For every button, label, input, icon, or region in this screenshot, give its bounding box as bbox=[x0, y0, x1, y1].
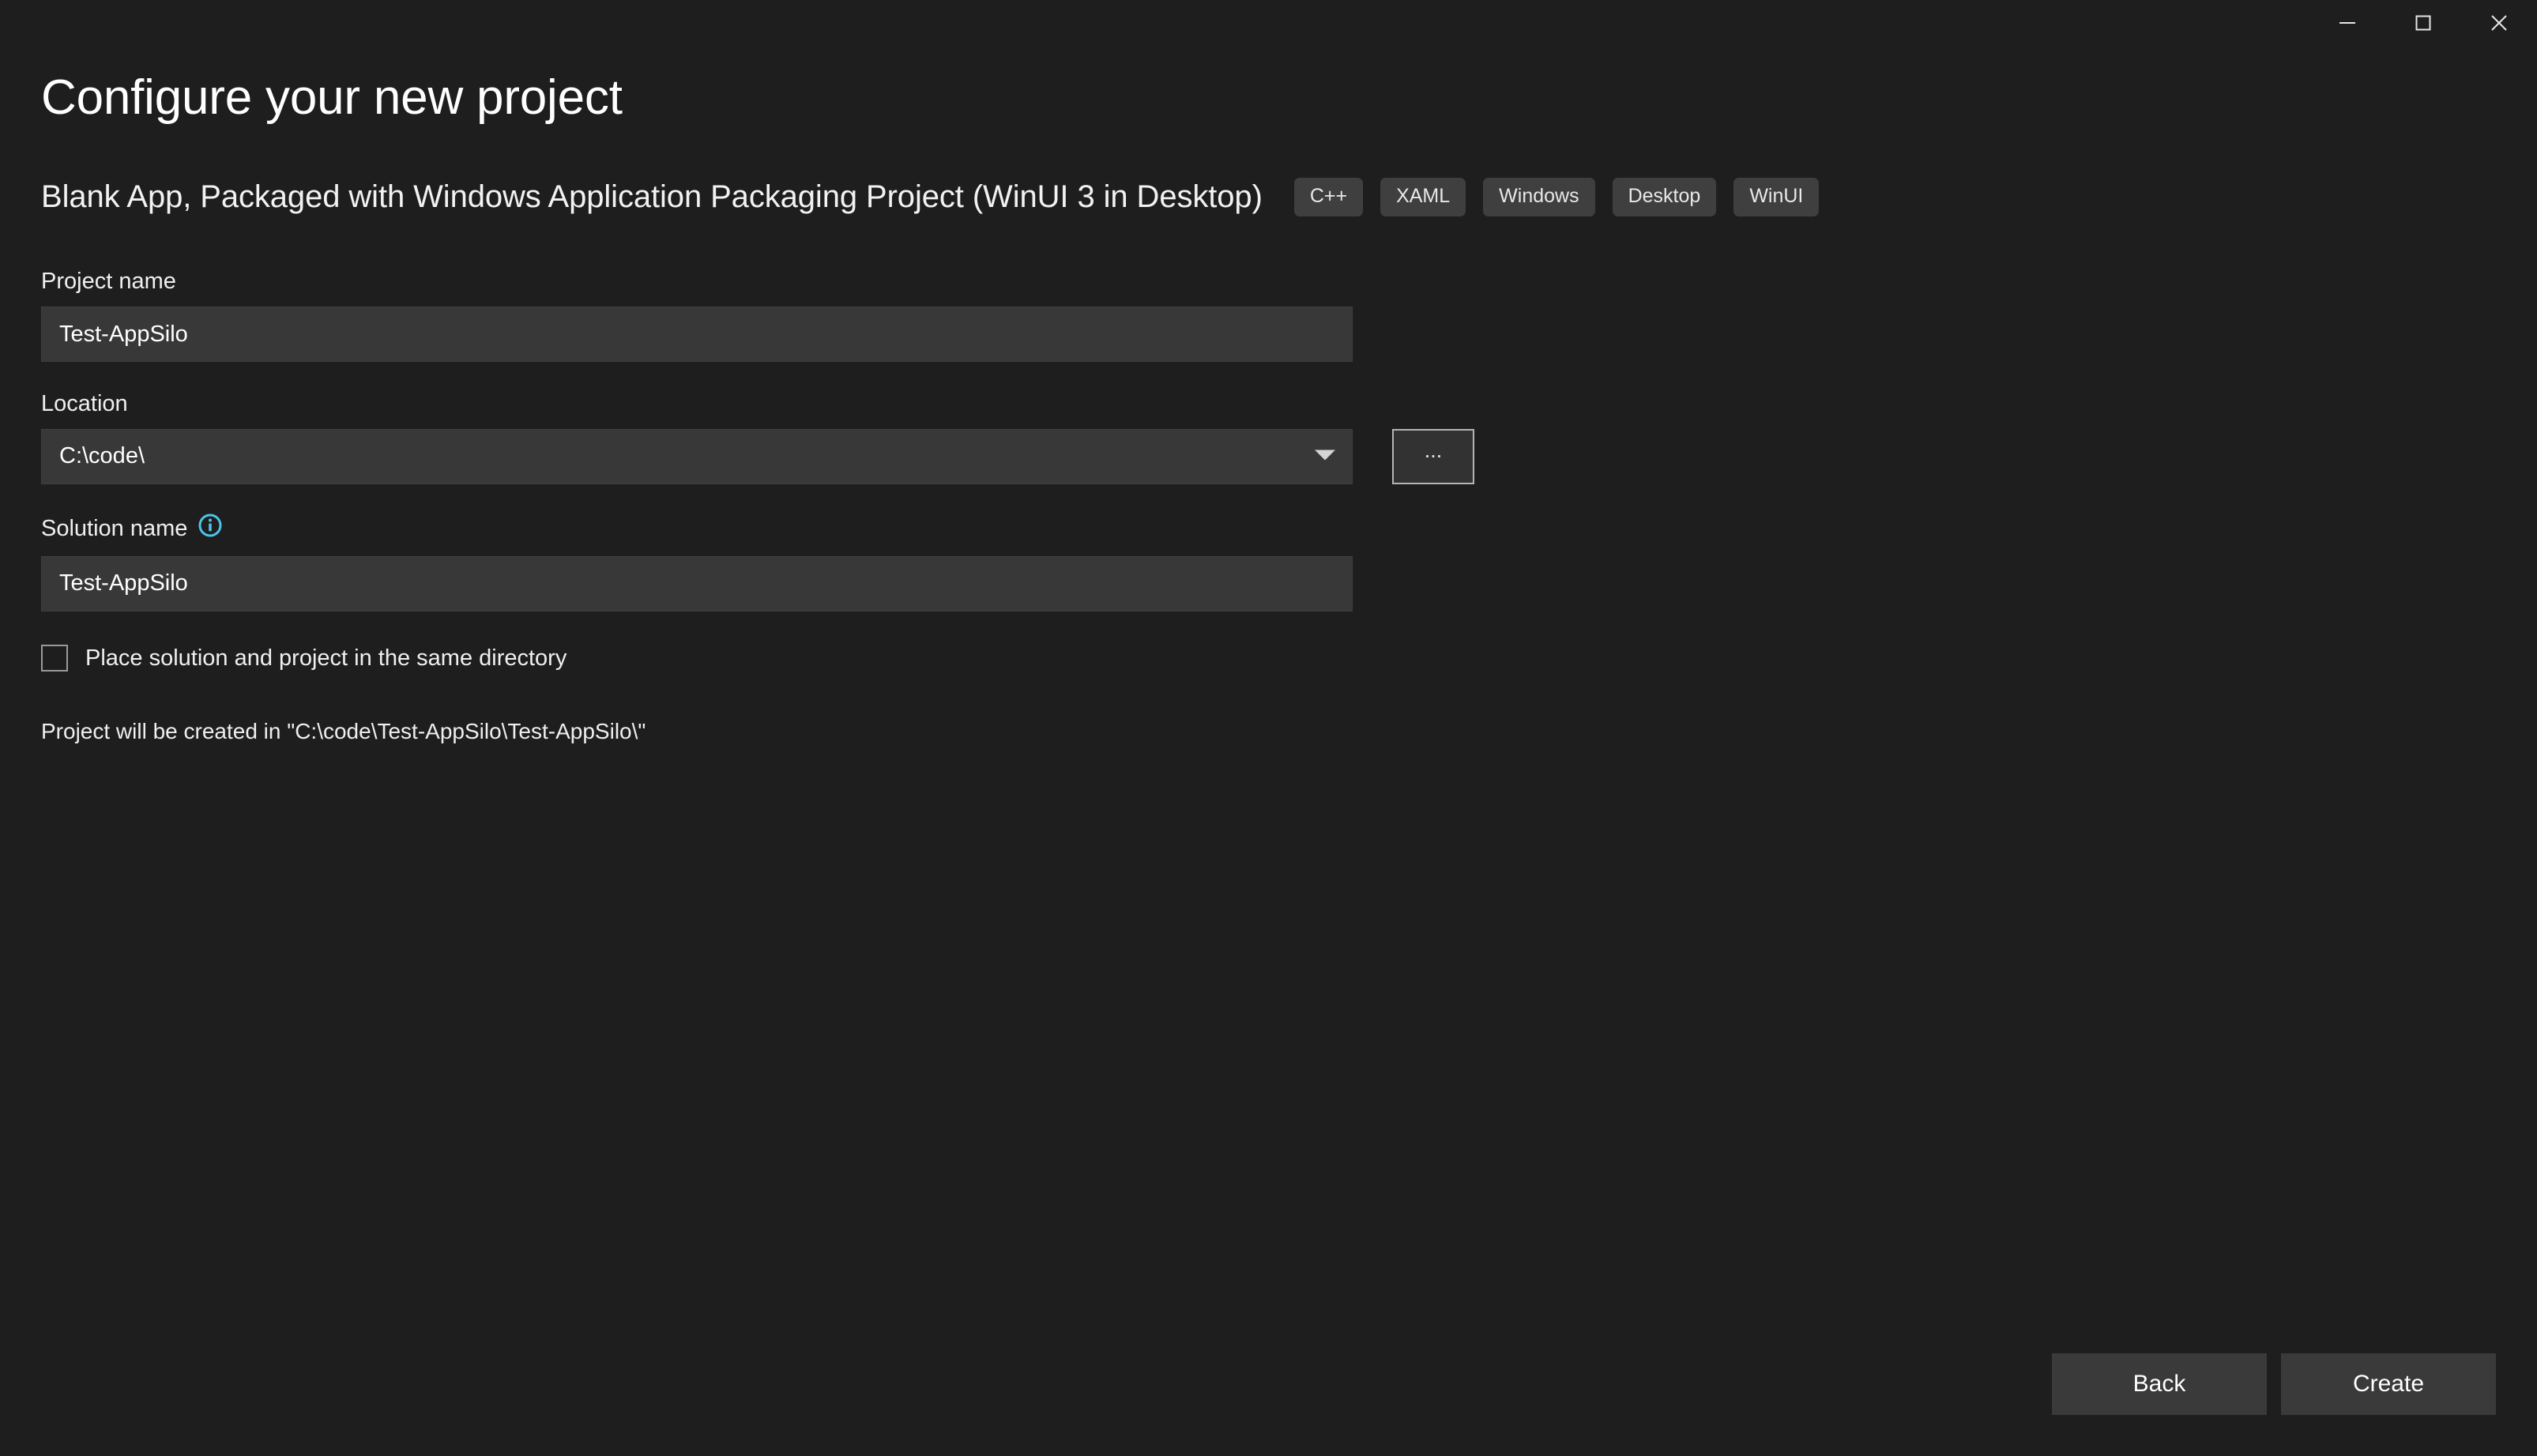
template-tag-list: C++ XAML Windows Desktop WinUI bbox=[1293, 177, 1820, 216]
maximize-icon bbox=[2412, 12, 2434, 34]
page-title: Configure your new project bbox=[41, 70, 623, 125]
location-label: Location bbox=[41, 391, 128, 417]
location-input[interactable] bbox=[41, 428, 1353, 484]
tag-project-type: Desktop bbox=[1612, 177, 1717, 216]
browse-location-button[interactable]: ... bbox=[1392, 428, 1474, 484]
same-directory-checkbox[interactable] bbox=[41, 645, 68, 672]
close-button[interactable] bbox=[2461, 0, 2537, 46]
template-subtitle: Blank App, Packaged with Windows Applica… bbox=[41, 179, 1263, 214]
project-path-hint: Project will be created in "C:\code\Test… bbox=[41, 719, 646, 744]
close-icon bbox=[2487, 11, 2511, 35]
template-summary-row: Blank App, Packaged with Windows Applica… bbox=[41, 175, 2496, 219]
info-icon[interactable] bbox=[198, 513, 223, 545]
project-name-field-group: Project name bbox=[41, 268, 2496, 363]
solution-name-input[interactable] bbox=[41, 555, 1353, 611]
location-field-group: Location ... bbox=[41, 390, 2496, 484]
location-combobox[interactable] bbox=[41, 428, 1353, 484]
dialog-content: Configure your new project Blank App, Pa… bbox=[0, 46, 2537, 1456]
solution-name-field-group: Solution name bbox=[41, 513, 2496, 611]
solution-name-label: Solution name bbox=[41, 515, 188, 541]
dialog-footer: Back Create bbox=[2052, 1353, 2496, 1415]
title-bar bbox=[0, 0, 2537, 46]
location-row: ... bbox=[41, 428, 2496, 484]
tag-framework: WinUI bbox=[1733, 177, 1820, 216]
same-directory-row[interactable]: Place solution and project in the same d… bbox=[41, 645, 2496, 672]
tag-language: C++ bbox=[1293, 177, 1364, 216]
maximize-button[interactable] bbox=[2385, 0, 2461, 46]
minimize-icon bbox=[2336, 12, 2358, 34]
create-button[interactable]: Create bbox=[2281, 1353, 2496, 1415]
configure-project-form: Project name Location ... bbox=[41, 268, 2496, 747]
solution-name-label-row: Solution name bbox=[41, 513, 2496, 545]
same-directory-label: Place solution and project in the same d… bbox=[85, 645, 567, 671]
tag-markup: XAML bbox=[1380, 177, 1466, 216]
minimize-button[interactable] bbox=[2309, 0, 2385, 46]
project-name-input[interactable] bbox=[41, 307, 1353, 363]
project-name-label: Project name bbox=[41, 269, 176, 295]
back-button[interactable]: Back bbox=[2052, 1353, 2267, 1415]
tag-platform: Windows bbox=[1483, 177, 1595, 216]
